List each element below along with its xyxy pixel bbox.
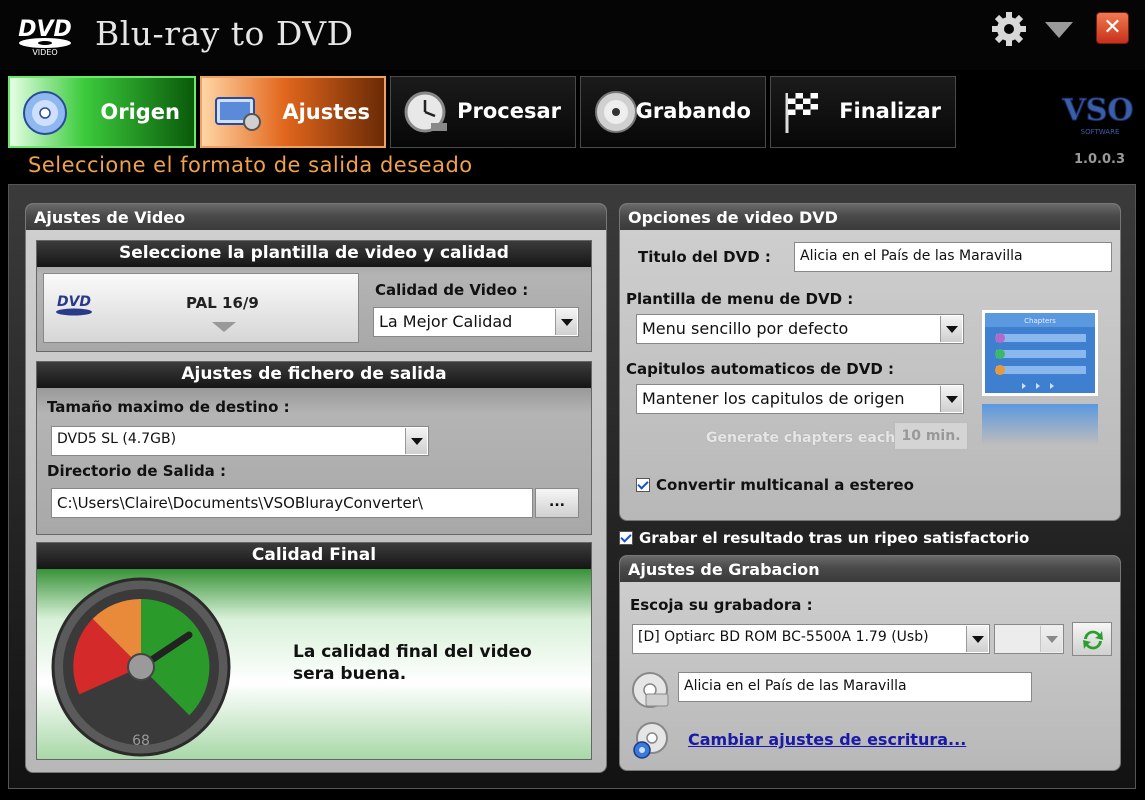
template-section: Seleccione la plantilla de video y calid…: [36, 240, 592, 352]
output-section: Ajustes de fichero de salida Tamaño maxi…: [36, 361, 592, 535]
step-procesar[interactable]: Procesar: [390, 76, 576, 148]
step-label: Ajustes: [282, 100, 370, 124]
dvd-title-label: Titulo del DVD :: [638, 248, 771, 266]
chevron-down-icon[interactable]: [940, 386, 962, 412]
generate-chapters-label: Generate chapters each :: [706, 430, 906, 446]
max-size-value: DVD5 SL (4.7GB): [57, 431, 177, 447]
svg-text:VIDEO: VIDEO: [32, 48, 57, 56]
app-title: Blu-ray to DVD: [95, 14, 354, 53]
burn-after-label: Grabar el resultado tras un ripeo satisf…: [639, 529, 1030, 547]
generate-chapters-field[interactable]: 10 min.: [894, 422, 968, 450]
write-settings-icon: [633, 722, 668, 759]
burn-disc-icon: [595, 91, 637, 133]
max-size-label: Tamaño maximo de destino :: [47, 398, 290, 416]
multichannel-label: Convertir multicanal a estereo: [656, 476, 914, 494]
title-bar: DVD VIDEO Blu-ray to DVD ✕: [0, 0, 1145, 70]
checkered-flag-icon: [785, 93, 818, 133]
panel-title: Ajustes de Grabacion: [620, 556, 1120, 582]
close-button[interactable]: ✕: [1096, 12, 1129, 44]
speed-select[interactable]: [994, 624, 1064, 654]
chevron-down-icon[interactable]: [405, 428, 427, 454]
instruction-text: Seleccione el formato de salida deseado: [28, 153, 473, 177]
step-ajustes[interactable]: Ajustes: [200, 76, 386, 148]
change-write-settings-link[interactable]: Cambiar ajustes de escritura...: [688, 730, 966, 749]
step-finalizar[interactable]: Finalizar: [770, 76, 956, 148]
recorder-label: Escoja su grabadora :: [630, 596, 813, 614]
section-title: Calidad Final: [37, 543, 591, 569]
refresh-button[interactable]: [1072, 622, 1112, 656]
chevron-down-icon[interactable]: [1040, 626, 1062, 652]
section-title: Seleccione la plantilla de video y calid…: [37, 241, 591, 267]
recorder-select[interactable]: [D] Optiarc BD ROM BC-5500A 1.79 (Usb): [632, 624, 990, 654]
dvd-title-field[interactable]: Alicia en el País de las Maravilla: [794, 242, 1112, 272]
template-selector[interactable]: DVD PAL 16/9: [43, 273, 359, 343]
disc-icon: [23, 91, 67, 135]
quality-label: Calidad de Video :: [375, 281, 529, 299]
panel-title: Opciones de video DVD: [620, 204, 1120, 230]
dvd-logo-icon: DVD: [56, 294, 92, 316]
step-grabando[interactable]: Grabando: [580, 76, 766, 148]
menu-dropdown-icon[interactable]: [1045, 22, 1073, 38]
menu-preview-reflection: [982, 404, 1098, 444]
svg-text:VSO: VSO: [1061, 93, 1133, 128]
quality-select[interactable]: La Mejor Calidad: [373, 307, 579, 337]
quality-gauge: 68: [51, 577, 231, 757]
vso-logo: VSO SOFTWARE: [1061, 93, 1134, 137]
step-label: Procesar: [457, 99, 561, 123]
menu-preview-thumbnail[interactable]: Chapters: [982, 310, 1098, 396]
chevron-down-icon[interactable]: [555, 309, 577, 335]
chevron-down-icon[interactable]: [966, 626, 988, 652]
final-quality-section: Calidad Final 68 La calidad final del vi…: [36, 542, 592, 760]
chapters-value: Mantener los capitulos de origen: [642, 389, 905, 408]
quality-message: La calidad final del video sera buena.: [293, 642, 532, 684]
menu-template-select[interactable]: Menu sencillo por defecto: [636, 314, 964, 344]
version-label: 1.0.0.3: [1074, 152, 1125, 167]
svg-text:Chapters: Chapters: [1024, 317, 1056, 325]
burn-settings-panel: Ajustes de Grabacion Escoja su grabadora…: [619, 555, 1121, 771]
panel-title: Ajustes de Video: [26, 204, 606, 230]
output-dir-label: Directorio de Salida :: [47, 462, 227, 480]
settings-icon: [215, 97, 261, 131]
gear-icon[interactable]: [990, 10, 1028, 48]
svg-text:SOFTWARE: SOFTWARE: [1081, 128, 1120, 136]
recorder-value: [D] Optiarc BD ROM BC-5500A 1.79 (Usb): [638, 629, 929, 645]
step-label: Grabando: [635, 99, 751, 123]
menu-template-label: Plantilla de menu de DVD :: [626, 290, 854, 308]
max-size-select[interactable]: DVD5 SL (4.7GB): [51, 426, 429, 456]
clock-icon: [404, 91, 447, 133]
step-label: Finalizar: [839, 99, 941, 123]
video-settings-panel: Ajustes de Video Seleccione la plantilla…: [25, 203, 607, 773]
svg-text:DVD: DVD: [57, 294, 91, 310]
menu-template-value: Menu sencillo por defecto: [642, 319, 849, 338]
burn-after-checkbox[interactable]: [619, 531, 633, 545]
multichannel-checkbox[interactable]: [636, 478, 650, 492]
format-label: PAL 16/9: [186, 294, 259, 312]
disc-label-icon: [632, 672, 669, 708]
chapters-select[interactable]: Mantener los capitulos de origen: [636, 384, 964, 414]
svg-text:68: 68: [132, 733, 150, 749]
output-dir-field[interactable]: C:\Users\Claire\Documents\VSOBlurayConve…: [51, 488, 533, 518]
refresh-icon: [1083, 630, 1103, 650]
step-origen[interactable]: Origen: [8, 76, 196, 148]
step-label: Origen: [100, 100, 180, 124]
quality-value: La Mejor Calidad: [379, 312, 513, 331]
dvd-video-logo: DVD VIDEO: [18, 17, 72, 56]
disc-label-field[interactable]: Alicia en el País de las Maravilla: [678, 672, 1032, 702]
chevron-down-icon: [212, 322, 236, 332]
chevron-down-icon[interactable]: [940, 316, 962, 342]
chapters-label: Capitulos automaticos de DVD :: [626, 360, 895, 378]
dvd-options-panel: Opciones de video DVD Titulo del DVD : A…: [619, 203, 1121, 521]
main-area: Ajustes de Video Seleccione la plantilla…: [8, 184, 1136, 789]
browse-button[interactable]: ...: [535, 488, 579, 518]
section-title: Ajustes de fichero de salida: [37, 362, 591, 388]
